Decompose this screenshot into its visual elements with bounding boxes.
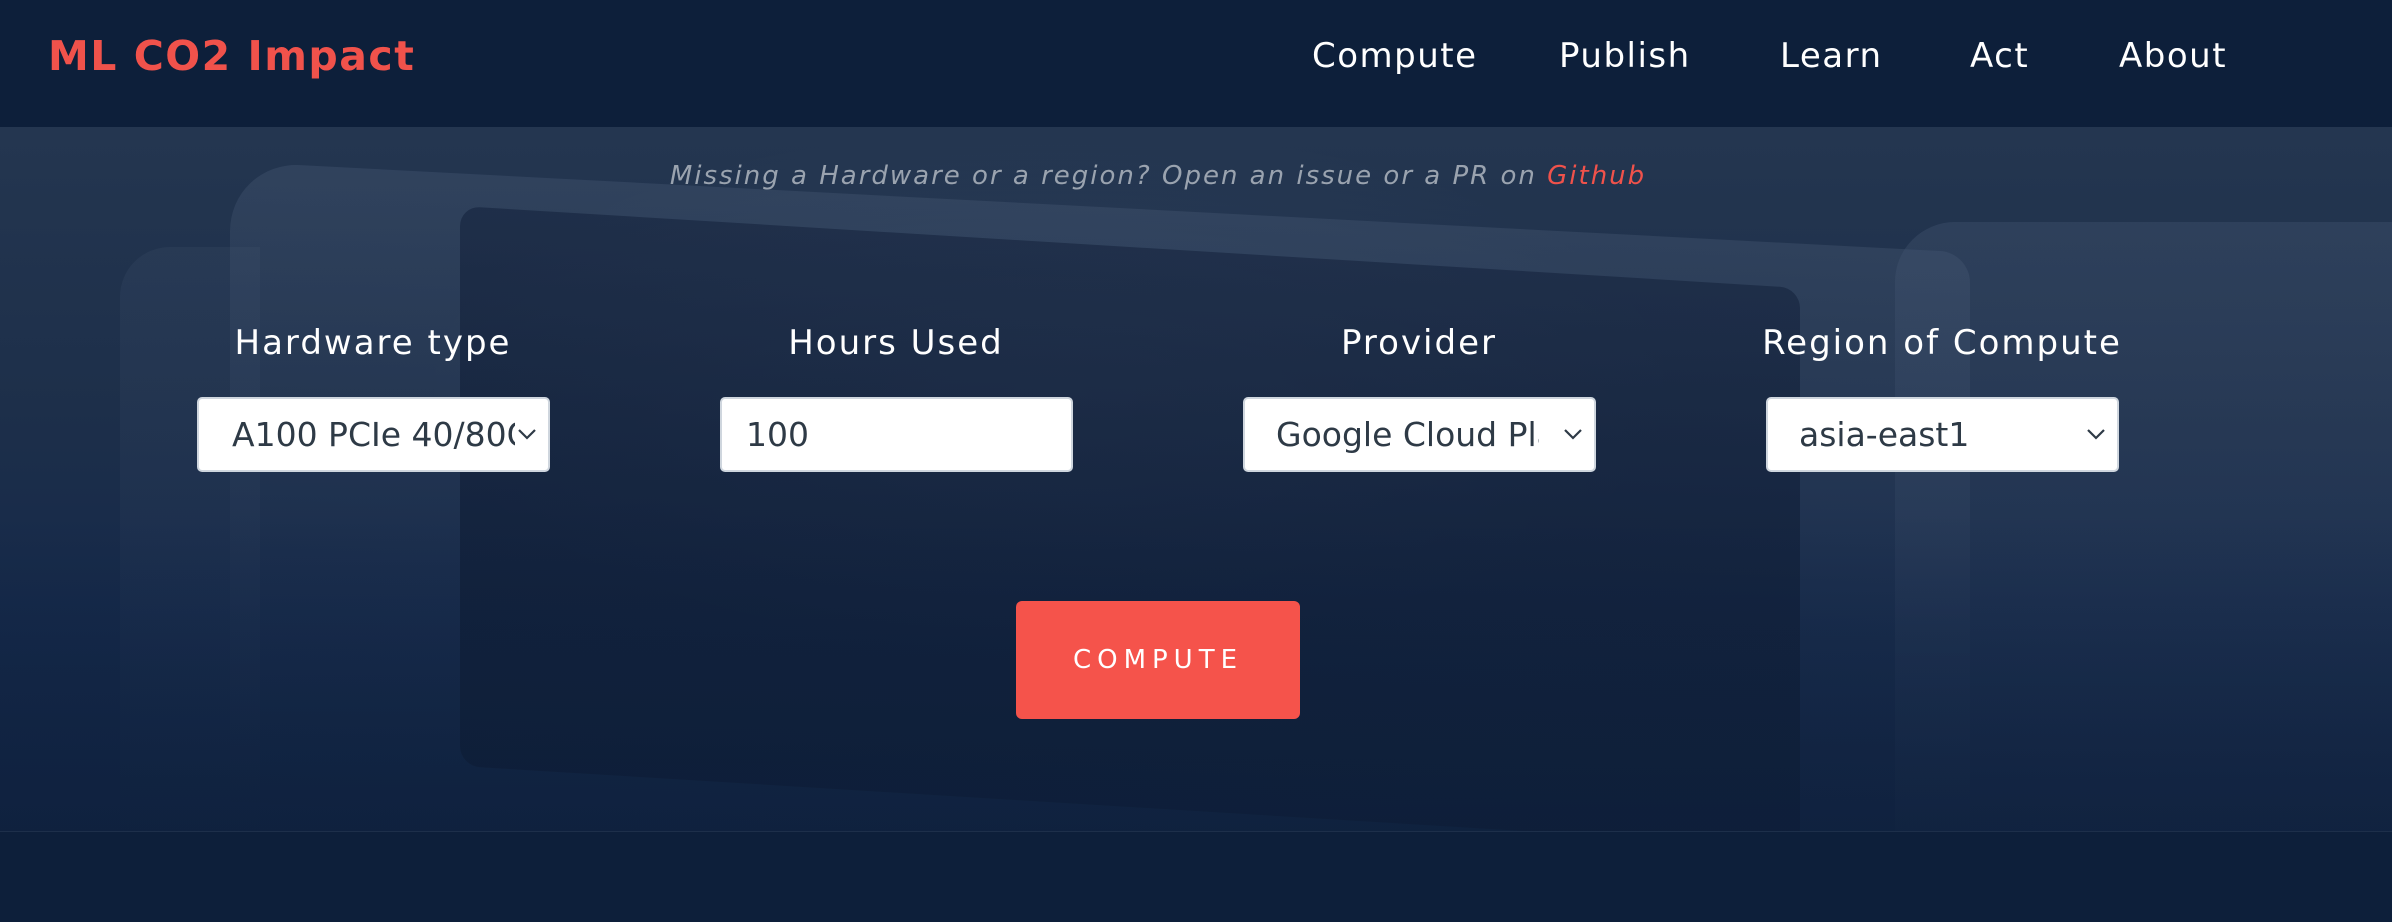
- hero-overlay: [0, 127, 2392, 831]
- provider-value: Google Cloud Platform: [1276, 415, 1539, 454]
- compute-button[interactable]: COMPUTE: [1016, 601, 1300, 719]
- nav-about[interactable]: About: [2119, 0, 2227, 112]
- brand-logo[interactable]: ML CO2 Impact: [48, 0, 415, 112]
- notice-text: Missing a Hardware or a region? Open an …: [669, 161, 1548, 191]
- region-select[interactable]: asia-east1: [1766, 397, 2119, 472]
- chevron-down-icon: [518, 429, 536, 440]
- chevron-down-icon: [2087, 429, 2105, 440]
- nav-publish[interactable]: Publish: [1559, 0, 1691, 112]
- hardware-type-label: Hardware type: [234, 323, 512, 363]
- hero-section: Missing a Hardware or a region? Open an …: [0, 127, 2392, 831]
- nav-act[interactable]: Act: [1970, 0, 2029, 112]
- region-value: asia-east1: [1799, 415, 1970, 454]
- provider-select[interactable]: Google Cloud Platform: [1243, 397, 1596, 472]
- hardware-type-select[interactable]: A100 PCIe 40/80GB: [197, 397, 550, 472]
- github-link[interactable]: Github: [1547, 161, 1646, 191]
- hardware-type-value: A100 PCIe 40/80GB: [232, 415, 515, 454]
- provider-label: Provider: [1341, 323, 1497, 363]
- chevron-down-icon: [1564, 429, 1582, 440]
- next-section: [0, 831, 2392, 922]
- nav-compute[interactable]: Compute: [1312, 0, 1478, 112]
- region-label: Region of Compute: [1762, 323, 2122, 363]
- hours-used-input[interactable]: [720, 397, 1073, 472]
- hours-used-label: Hours Used: [788, 323, 1004, 363]
- nav-learn[interactable]: Learn: [1780, 0, 1883, 112]
- missing-hardware-notice: Missing a Hardware or a region? Open an …: [0, 161, 2316, 191]
- navbar: ML CO2 Impact Compute Publish Learn Act …: [0, 0, 2392, 127]
